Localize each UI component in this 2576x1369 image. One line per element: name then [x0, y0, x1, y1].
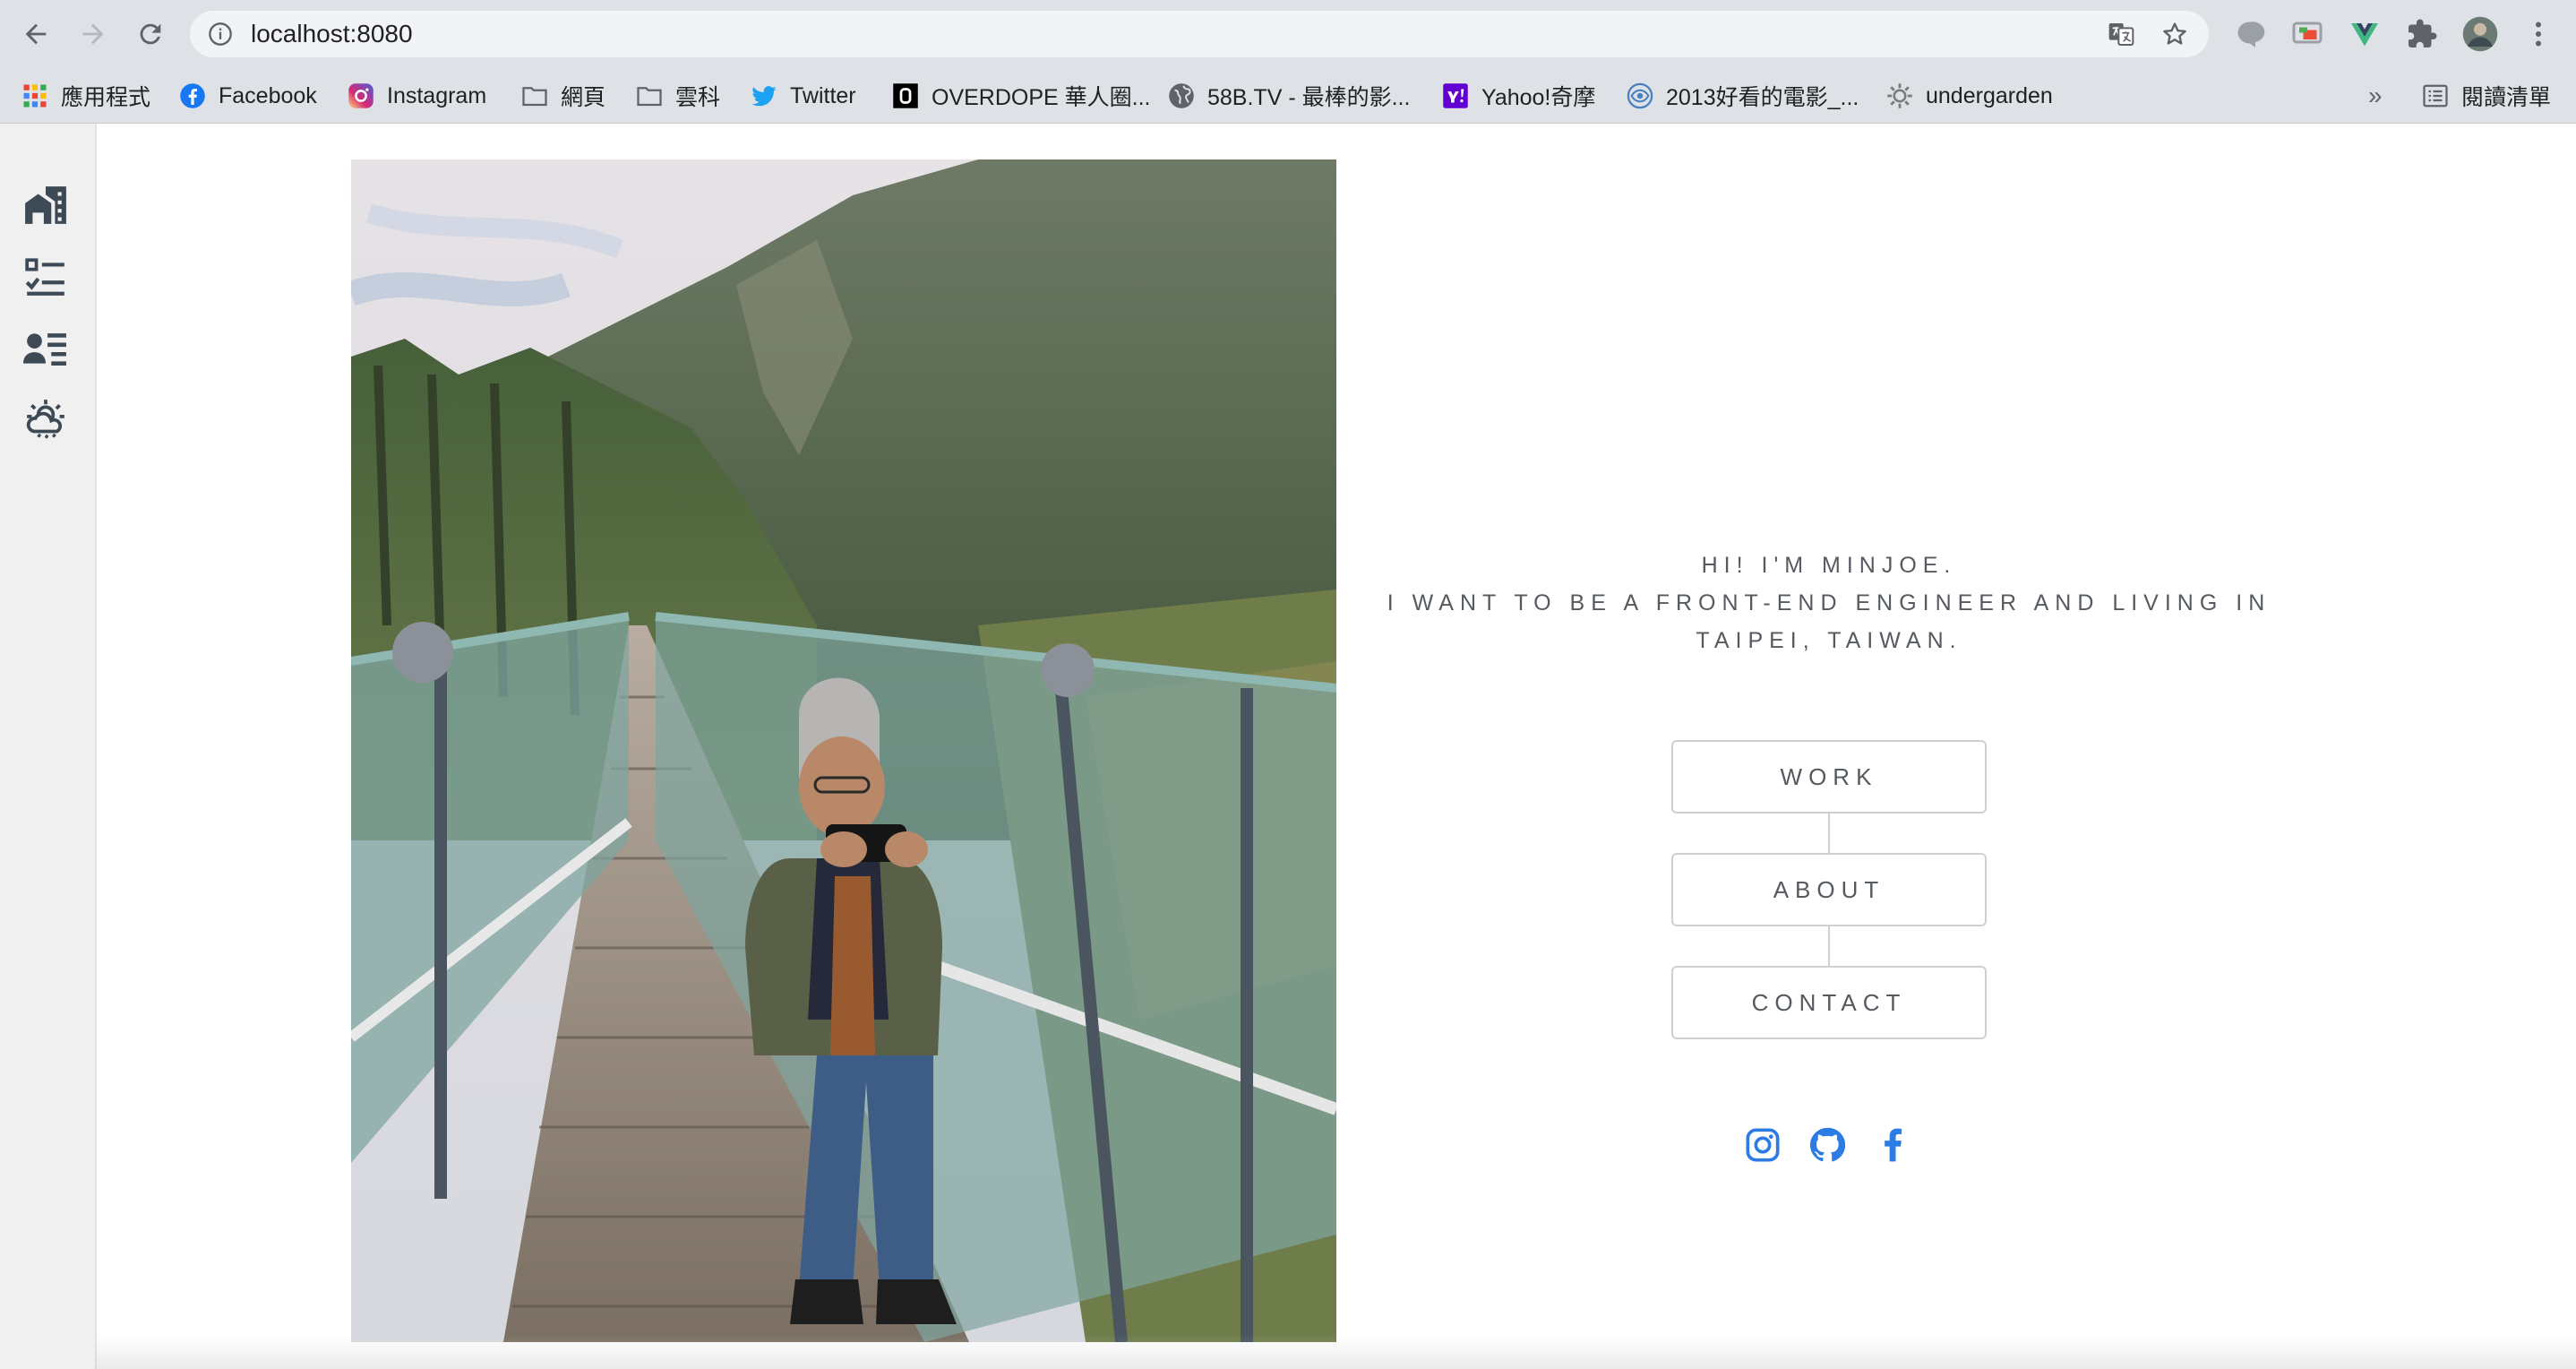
- reload-button[interactable]: [133, 16, 168, 52]
- bookmark-movies-2013[interactable]: 2013好看的電影_...: [1627, 77, 1859, 115]
- bookmarks-overflow-button[interactable]: »: [2368, 77, 2383, 115]
- bookmark-label: OVERDOPE 華人圈...: [932, 85, 1151, 110]
- folder-icon: [637, 87, 662, 107]
- eye-icon: [1627, 82, 1653, 109]
- tagline-line2: TAIPEI, TAIWAN.: [1696, 628, 1962, 653]
- bookmark-folder-yuntech[interactable]: 雲科: [636, 77, 720, 115]
- bookmark-yahoo[interactable]: Yahoo!奇摩: [1442, 77, 1595, 115]
- sidebar-item-home[interactable]: [23, 183, 68, 228]
- bookmark-label: Facebook: [219, 82, 317, 108]
- bookmark-label: undergarden: [1926, 82, 2053, 108]
- bookmark-58btv[interactable]: 58B.TV - 最棒的影...: [1168, 77, 1410, 115]
- back-arrow-icon: [25, 23, 47, 45]
- translate-icon[interactable]: [2107, 20, 2135, 48]
- github-link[interactable]: [1809, 1127, 1846, 1163]
- overdope-icon: [893, 83, 918, 108]
- bookmark-facebook[interactable]: Facebook: [179, 77, 317, 115]
- bookmark-star-icon[interactable]: [2160, 20, 2189, 48]
- menu-kebab-icon[interactable]: [2522, 18, 2555, 50]
- buildings-icon: [25, 186, 66, 224]
- reading-list-button[interactable]: 閱讀清單: [2422, 77, 2551, 115]
- bookmark-twitter[interactable]: Twitter: [751, 77, 856, 115]
- menu-connector: [1828, 814, 1830, 855]
- twitter-icon: [751, 86, 777, 107]
- instagram-link[interactable]: [1745, 1127, 1781, 1163]
- facebook-link[interactable]: [1876, 1127, 1911, 1163]
- page-bottom-shadow: [95, 1335, 2576, 1369]
- browser-toolbar: localhost:8080: [0, 0, 2576, 68]
- reading-list-icon: [2423, 84, 2448, 108]
- forward-button[interactable]: [75, 16, 111, 52]
- bookmarks-bar: 應用程式 Facebook Instagram 網頁 雲科 Twitter OV…: [0, 68, 2576, 124]
- bookmark-instagram[interactable]: Instagram: [348, 77, 486, 115]
- sidebar-item-weather[interactable]: [23, 398, 68, 443]
- weather-icon: [26, 400, 64, 439]
- extension-screen-icon[interactable]: [2291, 18, 2323, 50]
- bookmark-label: 2013好看的電影_...: [1666, 85, 1859, 110]
- sidebar: [0, 124, 97, 1369]
- extension-chat-icon[interactable]: [2234, 18, 2266, 50]
- bookmark-folder-web[interactable]: 網頁: [521, 77, 605, 115]
- bookmark-undergarden[interactable]: undergarden: [1886, 77, 2053, 115]
- back-button[interactable]: [18, 16, 54, 52]
- forward-arrow-icon: [82, 23, 104, 45]
- profile-photo: [351, 159, 1336, 1342]
- reload-icon: [140, 23, 161, 45]
- tagline-line1: I WANT TO BE A FRONT-END ENGINEER AND LI…: [1387, 590, 2271, 616]
- bookmark-label: 58B.TV - 最棒的影...: [1207, 85, 1411, 110]
- folder-icon: [522, 87, 547, 107]
- bookmark-label: Twitter: [790, 82, 856, 108]
- gear-icon: [1887, 83, 1912, 108]
- extensions-puzzle-icon[interactable]: [2406, 18, 2438, 50]
- address-bar[interactable]: localhost:8080: [190, 11, 2209, 57]
- contact-button[interactable]: CONTACT: [1671, 966, 1987, 1039]
- suspension-bridge-photo: [351, 159, 1336, 1342]
- globe-icon: [1169, 83, 1194, 108]
- chrome-divider: [0, 123, 2576, 124]
- apps-grid-icon: [23, 84, 47, 108]
- work-button[interactable]: WORK: [1671, 740, 1987, 814]
- checklist-icon: [25, 258, 64, 296]
- profile-avatar-icon[interactable]: [2461, 15, 2499, 53]
- reading-list-label: 閱讀清單: [2461, 85, 2552, 110]
- info-icon[interactable]: [208, 22, 233, 47]
- bookmark-label: Yahoo!奇摩: [1481, 85, 1596, 110]
- intro-text: HI! I'M MINJOE. I WANT TO BE A FRONT-END…: [1381, 547, 2277, 659]
- user-list-icon: [23, 333, 66, 366]
- instagram-icon: [1746, 1128, 1780, 1162]
- bookmark-label: 應用程式: [61, 85, 151, 110]
- menu-connector: [1828, 926, 1830, 968]
- sidebar-item-profile[interactable]: [23, 326, 68, 371]
- bookmark-overdope[interactable]: OVERDOPE 華人圈...: [892, 77, 1150, 115]
- yahoo-icon: [1443, 83, 1468, 108]
- facebook-icon: [180, 83, 205, 108]
- greeting: HI! I'M MINJOE.: [1701, 553, 1957, 578]
- bookmark-label: Instagram: [387, 82, 487, 108]
- bookmark-label: 雲科: [675, 85, 721, 110]
- url-text[interactable]: localhost:8080: [251, 22, 413, 47]
- browser-chrome: localhost:8080 應用程式 Facebook Instagram 網…: [0, 0, 2576, 124]
- github-icon: [1809, 1127, 1846, 1162]
- vue-devtools-icon[interactable]: [2348, 18, 2381, 50]
- bookmark-apps[interactable]: 應用程式: [21, 77, 150, 115]
- bookmark-label: 網頁: [561, 85, 606, 110]
- about-button[interactable]: ABOUT: [1671, 853, 1987, 926]
- facebook-icon: [1885, 1128, 1902, 1162]
- sidebar-item-todo[interactable]: [23, 254, 68, 299]
- instagram-icon: [348, 83, 374, 108]
